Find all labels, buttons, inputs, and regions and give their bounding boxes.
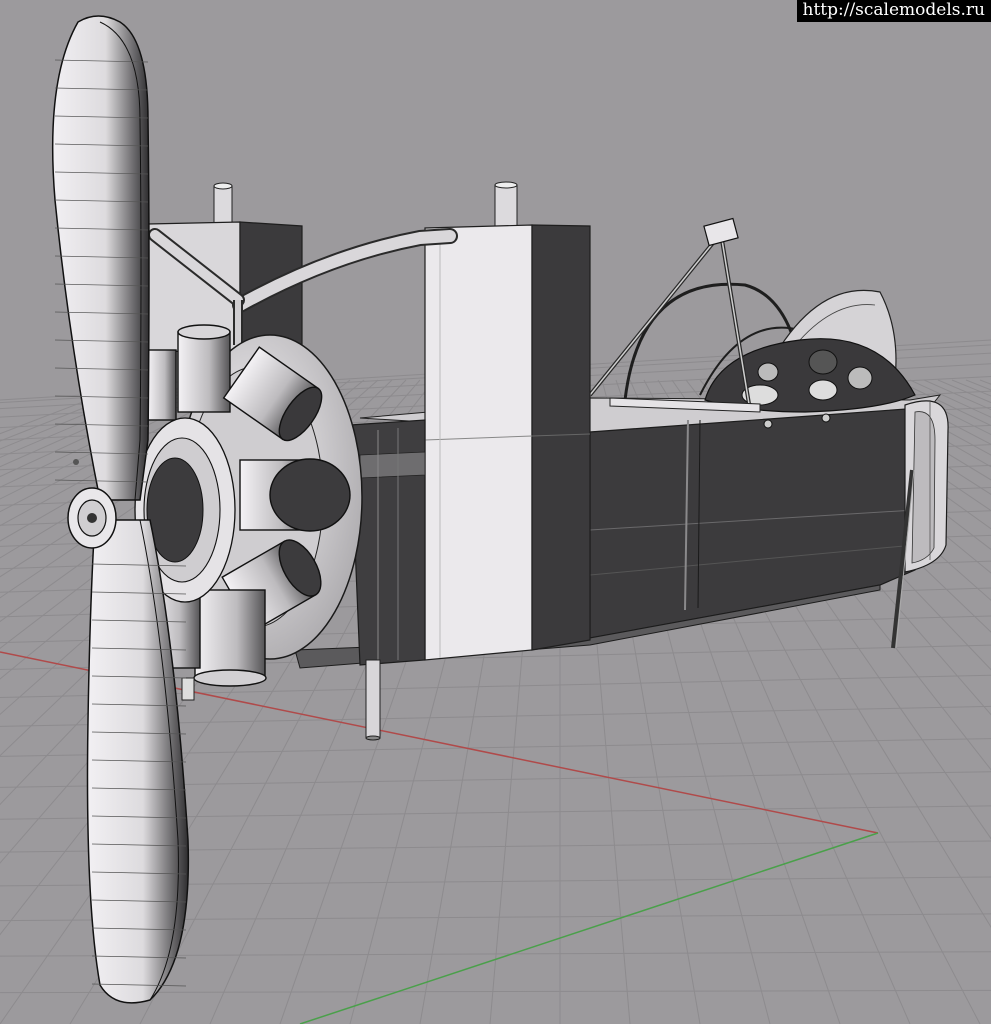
scene-svg	[0, 0, 991, 1024]
watermark-label[interactable]: http://scalemodels.ru	[796, 0, 991, 22]
fuel-tank-rear	[424, 181, 591, 661]
render-viewport: http://scalemodels.ru	[0, 0, 991, 1024]
